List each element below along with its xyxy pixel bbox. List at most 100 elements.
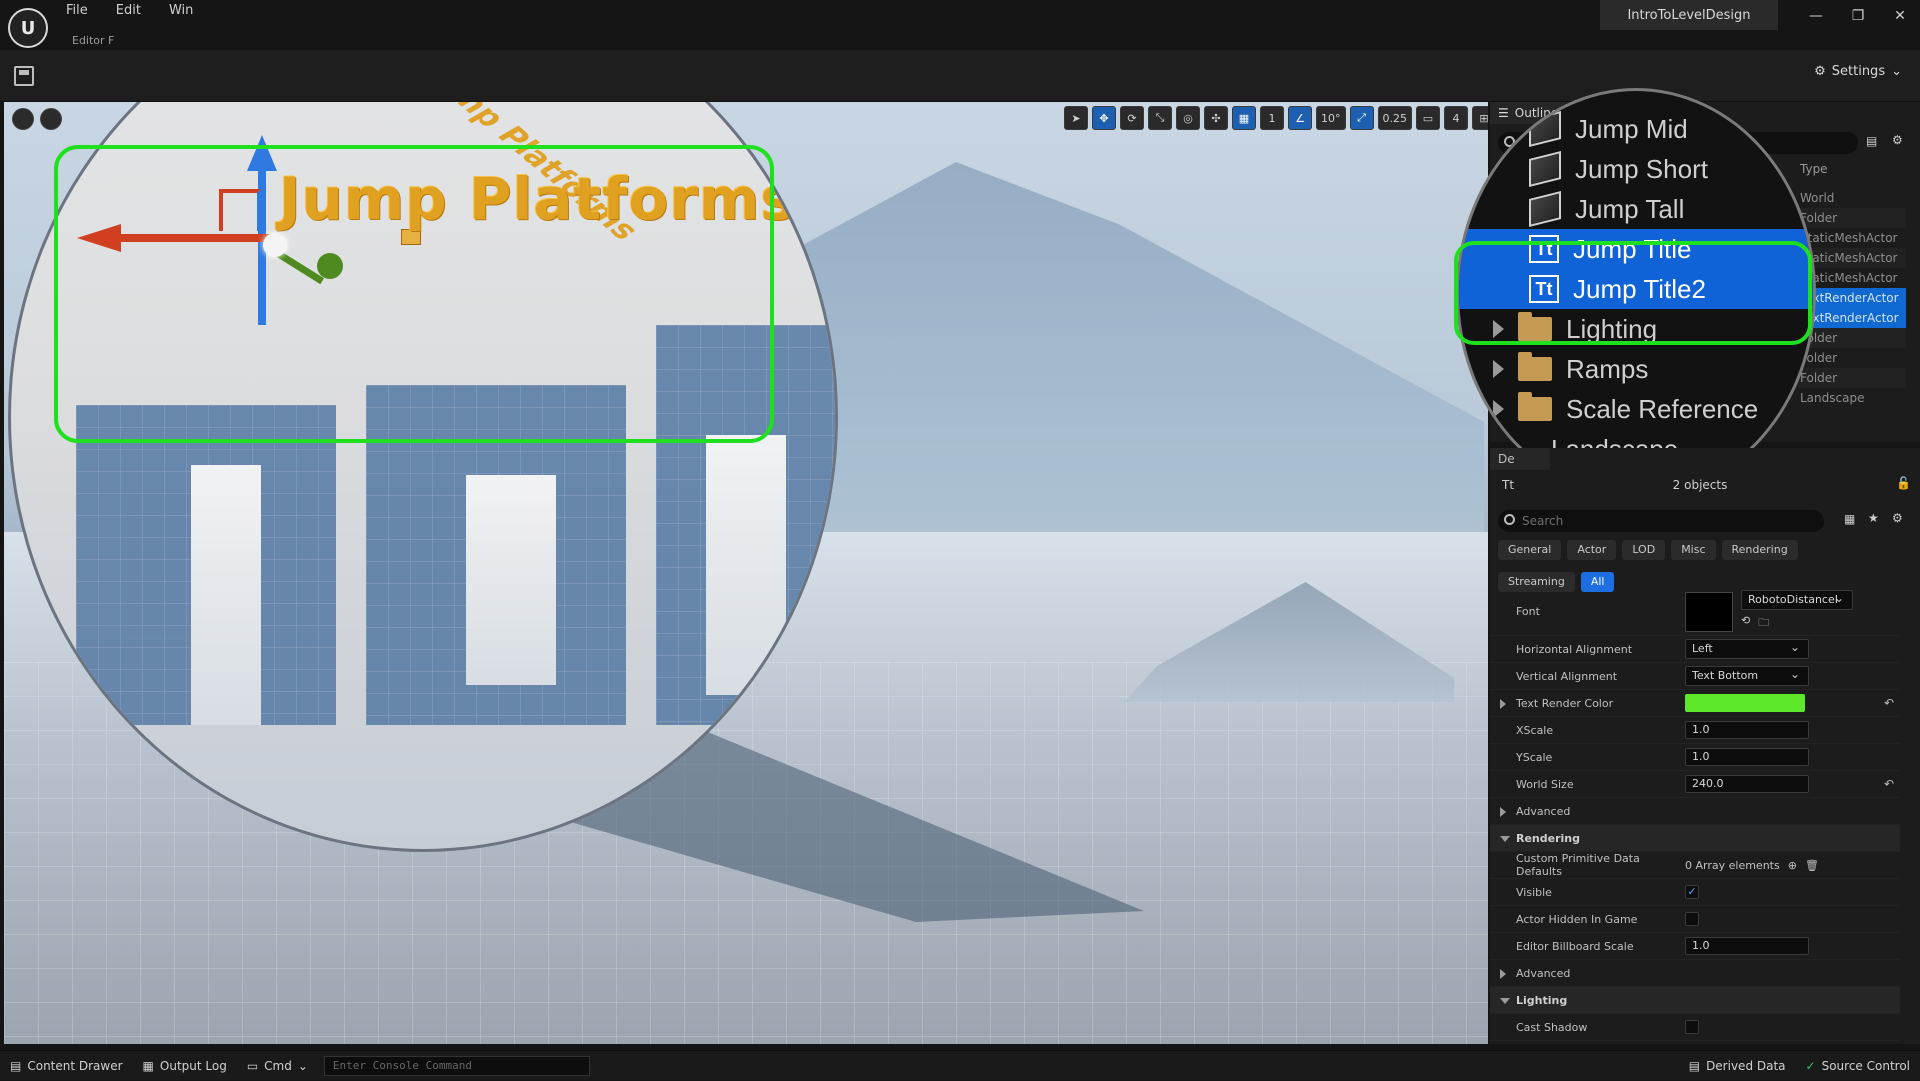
outliner-zoom-item[interactable]: Scale Reference: [1459, 389, 1813, 429]
gear-icon[interactable]: ⚙: [1892, 511, 1903, 525]
grid-snap-value[interactable]: 1: [1260, 106, 1284, 130]
outliner-zoom-item[interactable]: Ramps: [1459, 349, 1813, 389]
content-drawer-button[interactable]: ▤ Content Drawer: [0, 1059, 133, 1073]
yscale-label: YScale: [1516, 750, 1553, 764]
custom-primitive-value: 0 Array elements: [1685, 858, 1780, 872]
console-icon: ▭: [246, 1058, 259, 1073]
viewport-menu-icon[interactable]: [12, 108, 34, 130]
expand-arrow-icon[interactable]: [1493, 360, 1504, 378]
output-log-icon: ▦: [142, 1058, 154, 1073]
menu-file[interactable]: File: [66, 3, 88, 18]
green-highlight-box: [1454, 241, 1812, 345]
scale-mode-icon[interactable]: ⤡: [1148, 106, 1172, 130]
green-highlight-box: [54, 145, 774, 443]
rotation-snap-icon[interactable]: ∠: [1288, 106, 1312, 130]
gear-icon[interactable]: ⚙: [1892, 133, 1903, 147]
add-element-icon[interactable]: ⊕: [1788, 859, 1797, 872]
collapse-arrow-icon[interactable]: [1500, 998, 1510, 1004]
font-row: Font RobotoDistanceI ⟲ 🗀: [1490, 588, 1900, 636]
filter-tab-rendering[interactable]: Rendering: [1721, 540, 1798, 560]
source-control-button[interactable]: ✓ Source Control: [1796, 1059, 1920, 1073]
font-dropdown[interactable]: RobotoDistanceI: [1741, 589, 1853, 610]
trash-icon[interactable]: 🗑: [1805, 859, 1819, 872]
close-window-button[interactable]: ✕: [1888, 6, 1912, 26]
outliner-row-type: StaticMeshActor: [1800, 251, 1898, 265]
yscale-field[interactable]: 1.0: [1685, 748, 1809, 766]
text-render-color-label: Text Render Color: [1516, 696, 1614, 710]
unreal-logo-icon[interactable]: U: [8, 8, 48, 48]
horizontal-alignment-dropdown[interactable]: Left: [1685, 638, 1809, 659]
details-search-input[interactable]: Search: [1498, 510, 1824, 532]
status-right: ▤ Derived Data ✓ Source Control: [1679, 1051, 1920, 1081]
settings-label: Settings: [1831, 64, 1886, 79]
vertical-alignment-dropdown[interactable]: Text Bottom: [1685, 665, 1809, 686]
rotate-mode-icon[interactable]: ⟳: [1120, 106, 1144, 130]
expand-arrow-icon[interactable]: [1500, 699, 1506, 709]
table-view-icon[interactable]: ▦: [1844, 512, 1855, 526]
scale-snap-value[interactable]: 0.25: [1377, 106, 1412, 130]
translate-mode-icon[interactable]: ✥: [1092, 106, 1116, 130]
outliner-zoom-item[interactable]: Jump Short: [1459, 149, 1813, 189]
filter-tab-actor[interactable]: Actor: [1567, 540, 1617, 560]
menu-edit[interactable]: Edit: [116, 3, 141, 18]
filter-tab-misc[interactable]: Misc: [1671, 540, 1716, 560]
output-log-button[interactable]: ▦ Output Log: [133, 1059, 237, 1073]
font-thumbnail[interactable]: [1685, 591, 1733, 632]
advanced-row[interactable]: Advanced: [1490, 798, 1900, 825]
actor-hidden-checkbox[interactable]: [1685, 912, 1699, 926]
visible-label: Visible: [1516, 885, 1552, 899]
menu-window[interactable]: Win: [169, 3, 193, 18]
maximize-button[interactable]: ❐: [1846, 6, 1870, 26]
filter-tab-general[interactable]: General: [1498, 540, 1562, 560]
reset-icon[interactable]: ↶: [1884, 777, 1894, 791]
advanced-label-2: Advanced: [1516, 966, 1571, 980]
visible-checkbox[interactable]: ✓: [1685, 885, 1699, 899]
minimize-button[interactable]: —: [1804, 6, 1828, 26]
outliner-zoom-item[interactable]: Jump Mid: [1459, 109, 1813, 149]
level-viewport[interactable]: ➤ ✥ ⟳ ⤡ ◎ ✣ ▦ 1 ∠ 10° ⤢ 0.25 ▭ 4 ⊞ Jump …: [4, 102, 1488, 1044]
collapse-arrow-icon[interactable]: [1500, 836, 1510, 842]
viewport-perspective-icon[interactable]: [40, 108, 62, 130]
expand-arrow-icon[interactable]: [1500, 969, 1506, 979]
filter-tab-lod[interactable]: LOD: [1622, 540, 1666, 560]
expand-arrow-icon[interactable]: [1500, 807, 1506, 817]
select-mode-icon[interactable]: ➤: [1064, 106, 1088, 130]
reset-icon[interactable]: ↶: [1884, 696, 1894, 710]
details-tab[interactable]: De: [1490, 448, 1550, 470]
save-icon[interactable]: [14, 66, 34, 86]
rotation-snap-value[interactable]: 10°: [1316, 106, 1346, 130]
browse-asset-icon[interactable]: 🗀: [1758, 614, 1769, 633]
surface-snap-icon[interactable]: ✣: [1204, 106, 1228, 130]
text-render-color-swatch[interactable]: [1685, 694, 1805, 712]
outliner-zoom-item-label: Scale Reference: [1566, 393, 1759, 424]
xscale-label: XScale: [1516, 723, 1554, 737]
world-local-icon[interactable]: ◎: [1176, 106, 1200, 130]
console-command-input[interactable]: Enter Console Command: [323, 1055, 590, 1076]
lighting-section-header[interactable]: Lighting: [1490, 987, 1900, 1014]
expand-arrow-icon[interactable]: [1493, 400, 1504, 418]
scale-snap-icon[interactable]: ⤢: [1349, 106, 1374, 130]
static-mesh-icon: [1529, 111, 1561, 147]
lighting-section-label: Lighting: [1516, 993, 1568, 1007]
outliner-zoom-item[interactable]: Jump Tall: [1459, 189, 1813, 229]
use-selected-icon[interactable]: ⟲: [1741, 614, 1750, 633]
grid-snap-icon[interactable]: ▦: [1232, 106, 1256, 130]
camera-speed-icon[interactable]: ▭: [1416, 106, 1440, 130]
advanced-row-2[interactable]: Advanced: [1490, 960, 1900, 987]
folder-icon: [1518, 392, 1552, 421]
cast-shadow-checkbox[interactable]: [1685, 1020, 1699, 1034]
custom-primitive-label: Custom Primitive Data Defaults: [1516, 852, 1640, 878]
advanced-label: Advanced: [1516, 804, 1571, 818]
xscale-field[interactable]: 1.0: [1685, 721, 1809, 739]
settings-button[interactable]: ⚙ Settings ⌄: [1814, 64, 1902, 79]
cmd-dropdown[interactable]: ▭ Cmd ⌄: [237, 1059, 318, 1073]
world-size-field[interactable]: 240.0: [1685, 775, 1809, 793]
add-folder-icon[interactable]: ▤: [1866, 134, 1877, 148]
derived-data-button[interactable]: ▤ Derived Data: [1679, 1059, 1796, 1073]
billboard-scale-field[interactable]: 1.0: [1685, 937, 1809, 955]
lock-icon[interactable]: 🔓: [1896, 476, 1911, 490]
content-drawer-icon: ▤: [10, 1058, 22, 1073]
star-icon[interactable]: ★: [1868, 511, 1879, 525]
yscale-row: YScale 1.0: [1490, 744, 1900, 771]
rendering-section-header[interactable]: Rendering: [1490, 825, 1900, 852]
